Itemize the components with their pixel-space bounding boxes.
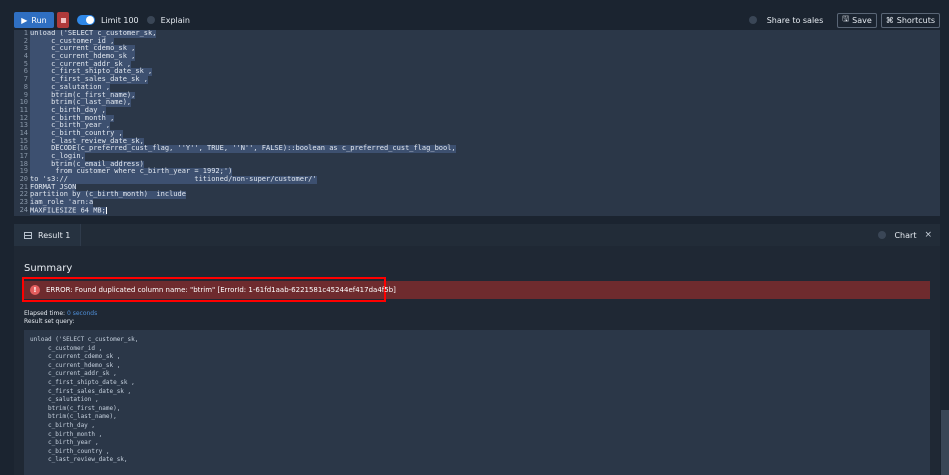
query-line: c_birth_year ,: [30, 439, 99, 447]
error-icon: !: [30, 284, 40, 295]
result-set-query: unload ('SELECT c_customer_sk, c_custome…: [24, 330, 930, 475]
elapsed-time: Elapsed time: 0 seconds: [24, 310, 97, 317]
code-line[interactable]: 13 c_birth_year ,: [14, 122, 940, 130]
result-panel: Summary ! ERROR: Found duplicated column…: [14, 246, 940, 475]
code-line[interactable]: 23 iam_role 'arn:a: [14, 198, 940, 207]
code-line[interactable]: 8 c_salutation ,: [14, 83, 940, 92]
run-button-label: Run: [31, 15, 47, 25]
query-line: c_birth_country ,: [30, 447, 110, 455]
play-icon: ▶: [21, 15, 28, 25]
share-toggle[interactable]: [748, 16, 757, 24]
limit-toggle[interactable]: [77, 15, 95, 25]
query-line: unload ('SELECT c_customer_sk,: [30, 336, 139, 343]
code-line[interactable]: 6 c_first_shipto_date_sk ,: [14, 68, 940, 77]
query-line: c_last_review_date_sk,: [30, 456, 128, 464]
code-line[interactable]: 22 partition by (c_birth_month) include: [14, 191, 940, 200]
code-line[interactable]: 7 c_first_sales_date_sk ,: [14, 75, 940, 84]
query-line: c_customer_id ,: [30, 344, 103, 352]
limit-label: Limit 100: [101, 15, 139, 25]
save-button-label: Save: [852, 15, 872, 25]
stop-button[interactable]: [57, 12, 69, 28]
code-line[interactable]: 20 to 's3:// titioned/non-super/customer/…: [14, 175, 940, 184]
query-line: btrim(c_last_name),: [30, 413, 117, 421]
save-icon: 🖫: [842, 14, 850, 23]
code-line[interactable]: 3 c_current_cdemo_sk ,: [14, 45, 940, 54]
explain-label: Explain: [160, 15, 190, 25]
result-tab-bar: Result 1 Chart ×: [14, 224, 940, 246]
share-label: Share to sales: [766, 15, 824, 25]
text-caret: [105, 206, 107, 214]
query-toolbar: ▶ Run Limit 100 Explain Share to sales 🖫…: [14, 10, 940, 30]
chart-label: Chart: [894, 230, 917, 240]
code-text: DECODE(c_preferred_cust_flag, ''Y'', TRU…: [30, 144, 456, 153]
error-message: ERROR: Found duplicated column name: "bt…: [46, 285, 396, 294]
code-text: MAXFILESIZE 64 MB;: [30, 206, 107, 215]
code-line[interactable]: 1 unload ('SELECT c_customer_sk,: [14, 30, 940, 38]
explain-toggle[interactable]: [146, 16, 155, 24]
result-bar-right: Chart ×: [878, 230, 940, 240]
code-line[interactable]: 4 c_current_hdemo_sk ,: [14, 52, 940, 61]
query-line: btrim(c_first_name),: [30, 404, 121, 412]
elapsed-label: Elapsed time:: [24, 310, 66, 317]
query-line: c_birth_month ,: [30, 430, 103, 438]
query-line: c_current_hdemo_sk ,: [30, 361, 121, 369]
run-button[interactable]: ▶ Run: [14, 12, 54, 28]
shortcuts-button[interactable]: ⌘ Shortcuts: [880, 12, 940, 28]
scrollbar[interactable]: [941, 410, 949, 475]
tab-result-1-label: Result 1: [38, 230, 71, 240]
code-line[interactable]: 5 c_current_addr_sk ,: [14, 60, 940, 69]
line-number: 24: [19, 205, 28, 214]
sql-editor[interactable]: 1 unload ('SELECT c_customer_sk, 2 c_custo…: [14, 30, 940, 216]
query-line: c_salutation ,: [30, 396, 99, 404]
tab-result-1[interactable]: Result 1: [14, 224, 82, 246]
code-line[interactable]: 16 DECODE(c_preferred_cust_flag, ''Y'', …: [14, 145, 940, 153]
stop-icon: [60, 17, 66, 23]
code-line[interactable]: 11 c_birth_day ,: [14, 106, 940, 115]
toolbar-right: Share to sales 🖫 Save ⌘ Shortcuts: [741, 12, 940, 28]
result-set-label: Result set query:: [24, 318, 75, 325]
query-line: c_first_shipto_date_sk ,: [30, 378, 135, 386]
code-line[interactable]: 10 btrim(c_last_name),: [14, 98, 940, 107]
query-line: c_current_cdemo_sk ,: [30, 353, 121, 361]
code-line[interactable]: 12 c_birth_month ,: [14, 114, 940, 123]
chart-toggle[interactable]: [878, 231, 887, 239]
query-line: c_birth_day ,: [30, 421, 96, 429]
table-icon: [24, 231, 32, 239]
close-icon[interactable]: ×: [924, 230, 932, 240]
code-line[interactable]: 2 c_customer_id ,: [14, 37, 940, 46]
elapsed-value: 0 seconds: [66, 310, 98, 317]
pane-splitter[interactable]: [14, 216, 940, 224]
code-line[interactable]: 17 c_login,: [14, 152, 940, 161]
code-line[interactable]: 24 MAXFILESIZE 64 MB;: [14, 205, 940, 215]
summary-title: Summary: [24, 263, 73, 274]
command-icon: ⌘: [885, 15, 894, 25]
query-line: c_first_sales_date_sk ,: [30, 387, 132, 395]
code-line[interactable]: 9 btrim(c_first_name),: [14, 91, 940, 100]
code-line[interactable]: 14 c_birth_country ,: [14, 129, 940, 138]
shortcuts-button-label: Shortcuts: [896, 15, 935, 25]
query-line: c_current_addr_sk ,: [30, 370, 117, 378]
save-button[interactable]: 🖫 Save: [837, 12, 877, 28]
error-highlight: ! ERROR: Found duplicated column name: "…: [22, 277, 396, 302]
